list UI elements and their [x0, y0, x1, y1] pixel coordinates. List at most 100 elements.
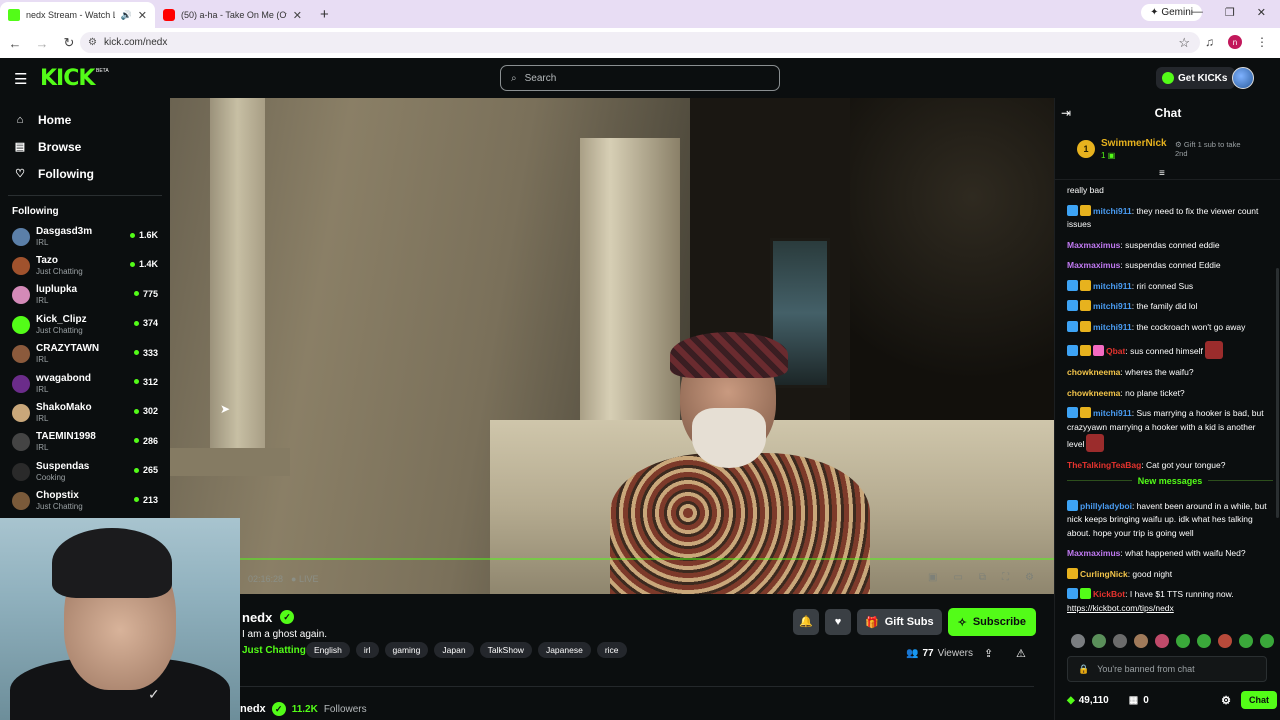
chat-username[interactable]: Maxmaximus [1067, 548, 1120, 558]
sidebar-nav-browse[interactable]: ▤ Browse [0, 133, 170, 160]
collapse-chat-icon[interactable]: ⇥ [1061, 106, 1071, 120]
emote-icon[interactable] [1134, 634, 1148, 648]
following-item[interactable]: wvagabond IRL 312 [0, 369, 170, 398]
gift-subs-button[interactable]: 🎁 Gift Subs [857, 609, 942, 635]
user-avatar[interactable] [1232, 67, 1254, 89]
kick-logo[interactable]: KICK [40, 66, 95, 91]
chat-username[interactable]: mitchi911 [1093, 322, 1132, 332]
follow-heart-button[interactable]: ♥ [825, 609, 851, 635]
back-icon[interactable]: ← [3, 36, 27, 51]
notification-bell-button[interactable]: 🔔 [793, 609, 819, 635]
following-item[interactable]: Chopstix Just Chatting 213 [0, 487, 170, 516]
close-tab-icon[interactable]: ✕ [138, 9, 147, 22]
following-item[interactable]: Dasgasd3m IRL 1.6K [0, 222, 170, 251]
browser-tab-kick[interactable]: nedx Stream - Watch Live o 🔊 ✕ [0, 2, 155, 28]
minimize-icon[interactable]: — [1192, 6, 1203, 19]
emote-icon[interactable] [1071, 634, 1085, 648]
collapse-banner-icon[interactable]: ≡ [1159, 168, 1165, 179]
hamburger-menu-icon[interactable]: ☰ [14, 70, 27, 88]
channel-avatar [12, 404, 30, 423]
media-control-icon[interactable]: ♫ [1205, 35, 1214, 49]
settings-gear-icon[interactable]: ⚙ [1025, 572, 1034, 583]
url-field[interactable]: ⚙ kick.com/nedx ☆ [80, 32, 1200, 53]
chat-username[interactable]: chowkneema [1067, 367, 1120, 377]
tag-chip[interactable]: rice [596, 642, 627, 658]
left-sidebar: ⌂ Home ▤ Browse ♡ Following Following Dasgasd… [0, 98, 170, 518]
following-item[interactable]: CRAZYTAWN IRL 333 [0, 340, 170, 369]
profile-avatar[interactable]: n [1228, 35, 1242, 49]
chat-username[interactable]: mitchi911 [1093, 206, 1132, 216]
emote-icon[interactable] [1155, 634, 1169, 648]
chat-send-button[interactable]: Chat [1241, 691, 1277, 709]
report-icon[interactable]: ⚠ [1016, 647, 1026, 660]
following-viewers: 1.6K [129, 230, 158, 240]
viewers-icon: 👥 [906, 648, 919, 659]
forward-icon[interactable]: → [30, 36, 54, 51]
restore-icon[interactable]: ❐ [1225, 6, 1235, 19]
top-gifter-name[interactable]: SwimmerNick [1101, 138, 1167, 149]
site-info-icon[interactable]: ⚙ [88, 37, 97, 48]
get-kicks-button[interactable]: Get KICKs [1156, 67, 1236, 89]
clip-icon[interactable]: ⧉ [979, 572, 986, 583]
sidebar-nav-home[interactable]: ⌂ Home [0, 106, 170, 133]
chat-username[interactable]: mitchi911 [1093, 301, 1132, 311]
tag-chip[interactable]: TalkShow [479, 642, 532, 658]
chat-username[interactable]: KickBot [1093, 589, 1125, 599]
tag-chip[interactable]: gaming [384, 642, 429, 658]
theater-icon[interactable]: ▭ [953, 572, 962, 583]
following-item[interactable]: ShakoMako IRL 302 [0, 398, 170, 427]
audio-icon[interactable]: 🔊 [121, 10, 132, 21]
emote-icon[interactable] [1092, 634, 1106, 648]
tag-chip[interactable]: irl [355, 642, 379, 658]
chat-text: : no plane ticket? [1120, 387, 1185, 398]
emote-icon[interactable] [1113, 634, 1127, 648]
video-progress-bar[interactable] [240, 558, 1054, 560]
chat-settings-icon[interactable]: ⚙ [1221, 694, 1231, 707]
new-tab-button[interactable]: + [310, 6, 339, 28]
bookmark-star-icon[interactable]: ☆ [1178, 35, 1190, 51]
tag-chip[interactable]: Japanese [537, 642, 591, 658]
subscribe-button[interactable]: ✧ Subscribe [947, 608, 1036, 636]
browser-tab-youtube[interactable]: (50) a-ha - Take On Me (Offici ✕ [155, 2, 310, 28]
search-input[interactable]: ⌕ Search [500, 65, 780, 91]
emote-icon[interactable] [1218, 634, 1232, 648]
emote-icon[interactable] [1176, 634, 1190, 648]
pip-icon[interactable]: ▣ [928, 572, 937, 583]
chat-username[interactable]: Maxmaximus [1067, 240, 1120, 250]
chat-username[interactable]: CurlingNick [1080, 569, 1128, 579]
close-window-icon[interactable]: ✕ [1257, 6, 1266, 19]
video-player[interactable]: 02:16:28 ● LIVE ▣ ▭ ⧉ ⛶ ⚙ ➤ [170, 98, 1054, 594]
following-item[interactable]: Tazo Just Chatting 1.4K [0, 251, 170, 280]
menu-kebab-icon[interactable]: ⋮ [1256, 35, 1268, 49]
tag-chip[interactable]: English [306, 642, 350, 658]
following-item[interactable]: Suspendas Cooking 265 [0, 457, 170, 486]
chest-counter[interactable]: ▦ 0 [1129, 695, 1149, 706]
fullscreen-icon[interactable]: ⛶ [1002, 572, 1009, 583]
chat-username[interactable]: phillyladyboi [1080, 501, 1132, 511]
following-item[interactable]: TAEMIN1998 IRL 286 [0, 428, 170, 457]
kicks-balance-value: 49,110 [1078, 694, 1109, 706]
emote-icon[interactable] [1260, 634, 1274, 648]
gift-to-rank-note[interactable]: ⚙ Gift 1 sub to take 2nd [1175, 140, 1255, 158]
chat-scrollbar[interactable] [1276, 268, 1279, 518]
following-item[interactable]: luplupka IRL 775 [0, 281, 170, 310]
chat-link[interactable]: https://kickbot.com/tips/nedx [1067, 603, 1174, 613]
channel-name[interactable]: nedx [242, 610, 272, 625]
chat-username[interactable]: Qbat [1106, 346, 1125, 356]
chat-username[interactable]: Maxmaximus [1067, 260, 1120, 270]
chat-username[interactable]: chowkneema [1067, 388, 1120, 398]
stream-category-link[interactable]: Just Chatting [242, 645, 306, 656]
kicks-balance[interactable]: ◆ 49,110 [1067, 695, 1109, 706]
emote-icon[interactable] [1239, 634, 1253, 648]
chat-username[interactable]: TheTalkingTeaBag [1067, 460, 1141, 470]
close-tab-icon[interactable]: ✕ [293, 9, 302, 22]
chat-username[interactable]: mitchi911 [1093, 408, 1132, 418]
emote-icon[interactable] [1197, 634, 1211, 648]
tag-chip[interactable]: Japan [434, 642, 474, 658]
chat-username[interactable]: mitchi911 [1093, 281, 1132, 291]
reload-icon[interactable]: ↻ [57, 35, 81, 51]
new-messages-divider[interactable]: New messages [1067, 474, 1273, 492]
sidebar-nav-following[interactable]: ♡ Following [0, 160, 170, 187]
following-item[interactable]: Kick_Clipz Just Chatting 374 [0, 310, 170, 339]
share-icon[interactable]: ⇪ [984, 647, 993, 660]
